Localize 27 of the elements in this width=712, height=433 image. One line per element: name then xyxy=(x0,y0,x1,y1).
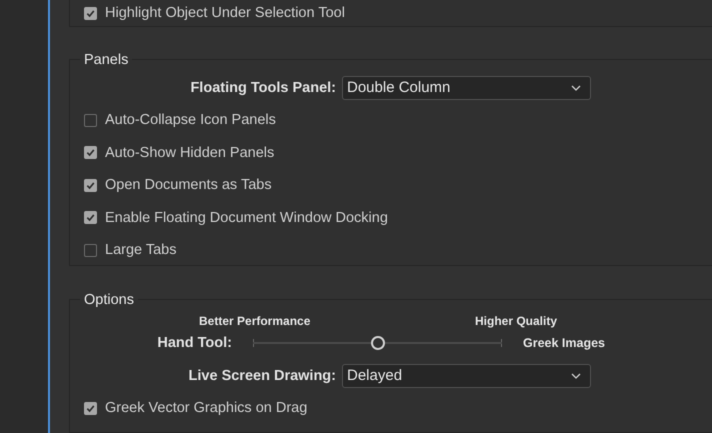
checkbox[interactable] xyxy=(84,211,97,224)
dropdown-label: Floating Tools Panel: xyxy=(189,80,336,96)
checkbox[interactable] xyxy=(84,146,97,160)
slider-max-label: Higher Quality xyxy=(475,314,558,328)
checkbox-label: Large Tabs xyxy=(105,242,176,258)
checkbox-label: Greek Vector Graphics on Drag xyxy=(105,400,308,416)
checkbox[interactable] xyxy=(84,244,97,257)
checkbox-label: Enable Floating Document Window Docking xyxy=(105,210,388,226)
checkbox[interactable] xyxy=(84,114,97,127)
checkbox[interactable] xyxy=(84,178,97,192)
slider-label: Hand Tool: xyxy=(156,334,232,351)
dropdown-label: Live Screen Drawing: xyxy=(188,368,336,384)
dropdown[interactable]: Delayed xyxy=(342,364,591,388)
chevron-down-icon xyxy=(571,372,581,379)
slider-thumb[interactable] xyxy=(370,336,384,350)
slider-min-label: Better Performance xyxy=(199,314,310,328)
checkbox-label: Highlight Object Under Selection Tool xyxy=(105,5,345,21)
checkbox[interactable] xyxy=(84,6,97,20)
checkbox-label: Auto-Show Hidden Panels xyxy=(105,144,274,161)
checkbox-label: Auto-Collapse Icon Panels xyxy=(105,112,276,128)
chevron-down-icon xyxy=(571,84,581,91)
slider-end-label: Greek Images xyxy=(523,336,605,350)
checkbox-label: Open Documents as Tabs xyxy=(105,177,272,194)
dropdown[interactable]: Double Column xyxy=(342,76,591,100)
section-title: Panels xyxy=(83,52,130,68)
section-title: Options xyxy=(83,292,135,308)
checkbox[interactable] xyxy=(84,402,97,415)
